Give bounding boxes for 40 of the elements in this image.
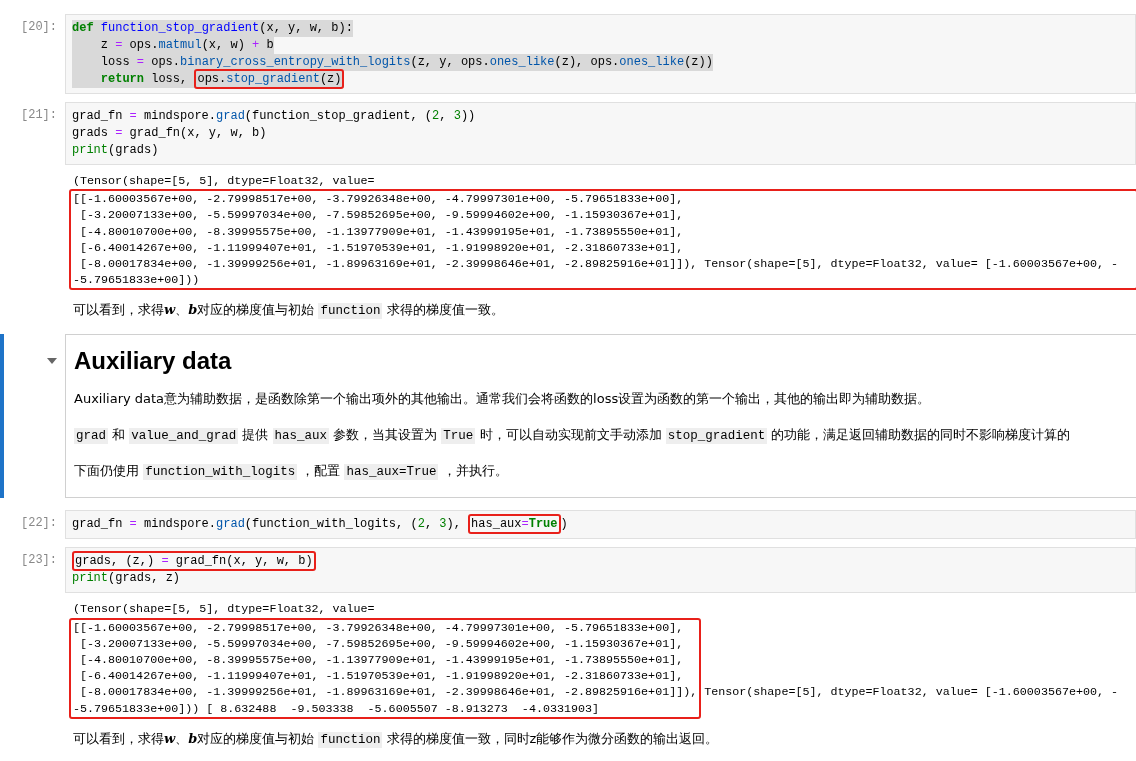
code-line: print(grads, z) — [72, 570, 182, 588]
code-line: grads = grad_fn(x, y, w, b) — [72, 125, 268, 142]
code-cell[interactable]: grads, (z,) = grad_fn(x, y, w, b) print(grads, z) — [65, 547, 1136, 594]
code-text: return loss, — [99, 72, 189, 86]
output-line: (Tensor(shape=[5, 5], dtype=Float32, value= — [73, 601, 375, 618]
output-line: [[-1.60003567e+00, -2.79998517e+00, -3.79926348e+00, -4.79997301e+00, -5.79651833e+00], — [73, 619, 684, 636]
collapse-icon[interactable] — [47, 358, 57, 365]
output-line: [-4.80010700e+00, -8.39995575e+00, -1.13977909e+01, -1.43999195e+01, -1.73895550e+01], — [79, 223, 684, 240]
markdown-cell[interactable] — [65, 334, 1136, 499]
code-cell[interactable]: def function_stop_gradient(x, y, w, b): z = ops.matmul(x, w) + b loss = ops.binary_cross_entropy_with_logits(z, y, ops.ones_like(z), ops.ones_like(z)) return loss, ops.stop_gradient(z) — [65, 14, 1136, 94]
output-line: [-3.20007133e+00, -5.59997034e+00, -7.59852695e+00, -9.59994602e+00, -1.15930367e+01], — [79, 635, 684, 653]
output-line: [-6.40014267e+00, -1.11999407e+01, -1.51970539e+01, -1.91998920e+01, -2.31860733e+01], — [79, 668, 684, 685]
output-line: [-3.20007133e+00, -5.59997034e+00, -7.59852695e+00, -9.59994602e+00, -1.15930367e+01], — [79, 207, 684, 224]
code-text: grad_fn = mindspore.grad(function_with_logits, (2, 3), — [72, 517, 462, 532]
output-line: [[-1.60003567e+00, -2.79998517e+00, -3.79926348e+00, -4.79997301e+00, -5.79651833e+00], — [73, 191, 684, 208]
code-cell[interactable]: grad_fn = mindspore.grad(function_stop_gradient, (2, 3)) grads = grad_fn(x, y, w, b) print(grads) — [65, 102, 1136, 165]
highlighted-code: has_aux=True — [468, 514, 561, 535]
paragraph: 可以看到，求得w、b对应的梯度值与初始 function 求得的梯度值一致。 — [73, 301, 505, 321]
paragraph: 可以看到，求得w、b对应的梯度值与初始 function 求得的梯度值一致，同时z能够作为微分函数的输出返回。 — [73, 729, 720, 749]
paragraph: 下面仍使用 function_with_logits ，配置 has_aux=True ，并执行。 — [74, 462, 509, 482]
output-line: [-8.00017834e+00, -1.39999256e+01, -1.89963169e+01, -2.39998646e+01, -2.89825916e+01]]), Tensor(shape=[5], dtype=Float32, value= [-1.60003567e+00, - — [79, 256, 1119, 273]
output-line: [-4.80010700e+00, -8.39995575e+00, -1.13977909e+01, -1.43999195e+01, -1.73895550e+01], — [79, 652, 684, 669]
code-line: print(grads) — [72, 142, 160, 159]
cell-prompt: [23]: — [20, 552, 58, 570]
cell-prompt: [22]: — [20, 515, 58, 533]
code-cell[interactable]: grad_fn = mindspore.grad(function_with_logits, (2, 3), has_aux=True ) — [65, 510, 1136, 540]
output-line: -5.79651833e+00])) — [73, 272, 200, 289]
output-line: (Tensor(shape=[5, 5], dtype=Float32, value= — [73, 173, 375, 190]
cell-prompt: [21]: — [20, 107, 58, 124]
section-heading: Auxiliary data — [74, 347, 233, 376]
code-text: ) — [560, 517, 568, 532]
output-line: [-6.40014267e+00, -1.11999407e+01, -1.51970539e+01, -1.91998920e+01, -2.31860733e+01], — [79, 239, 684, 256]
paragraph: grad 和 value_and_grad 提供 has_aux 参数，当其设置为 True 时，可以自动实现前文手动添加 stop_gradient 的功能，满足返回辅助数据的同时不影响梯度计算的 — [74, 426, 1072, 446]
paragraph: Auxiliary data意为辅助数据，是函数除第一个输出项外的其他输出。通常我们会将函数的loss设置为函数的第一个输出，其他的输出即为辅助数据。 — [74, 390, 932, 409]
code-line: grad_fn = mindspore.grad(function_stop_gradient, (2, 3)) — [72, 108, 477, 125]
output-line: [-8.00017834e+00, -1.39999256e+01, -1.89963169e+01, -2.39998646e+01, -2.89825916e+01]]), Tensor(shape=[5], dtype=Float32, value= [-1.60003567e+00, - — [79, 684, 1119, 701]
highlighted-code: grads, (z,) = grad_fn(x, y, w, b) — [72, 551, 316, 572]
output-line: -5.79651833e+00])) [ 8.632488 -9.503338 -5.6005507 -8.913273 -4.0331903] — [73, 700, 600, 717]
cell-prompt: [20]: — [20, 19, 58, 36]
highlighted-code: ops.stop_gradient(z) — [194, 69, 345, 89]
